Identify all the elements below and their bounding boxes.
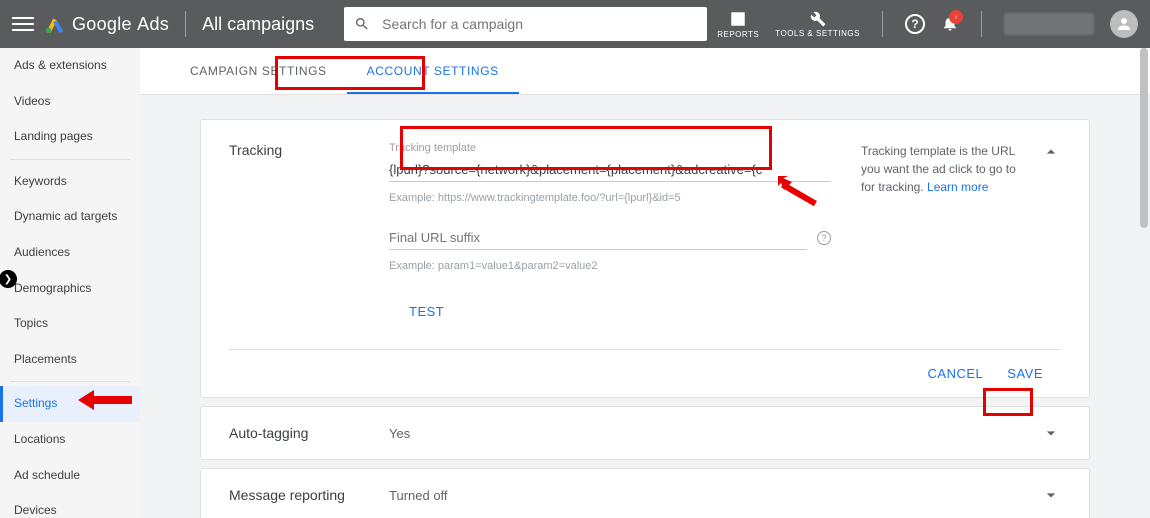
notifications-button[interactable] xyxy=(941,14,959,35)
divider xyxy=(185,11,186,37)
wrench-icon xyxy=(809,10,827,28)
sidebar-item-settings[interactable]: Settings xyxy=(0,386,140,422)
sidebar-item-audiences[interactable]: Audiences xyxy=(0,235,140,271)
sidebar-item-topics[interactable]: Topics xyxy=(0,306,140,342)
reports-icon xyxy=(729,10,747,28)
search-box[interactable] xyxy=(344,7,707,41)
sidebar-item-landing-pages[interactable]: Landing pages xyxy=(0,119,140,155)
tracking-template-label: Tracking template xyxy=(389,142,831,154)
menu-icon[interactable] xyxy=(12,13,34,35)
tracking-help-text: Tracking template is the URL you want th… xyxy=(861,142,1031,343)
chevron-down-icon xyxy=(1041,485,1061,505)
final-url-suffix-example: Example: param1=value1&param2=value2 xyxy=(389,260,831,272)
final-url-suffix-input[interactable] xyxy=(389,226,807,250)
help-tooltip-icon[interactable]: ? xyxy=(817,231,831,245)
test-button[interactable]: TEST xyxy=(389,294,831,343)
reports-button[interactable]: REPORTS xyxy=(717,10,759,39)
learn-more-link[interactable]: Learn more xyxy=(927,180,988,194)
sidebar-item-locations[interactable]: Locations xyxy=(0,422,140,458)
person-icon xyxy=(1115,15,1133,33)
tab-campaign-settings[interactable]: CAMPAIGN SETTINGS xyxy=(170,48,347,94)
sidebar-item-videos[interactable]: Videos xyxy=(0,84,140,120)
tracking-template-example: Example: https://www.trackingtemplate.fo… xyxy=(389,192,831,204)
alert-badge xyxy=(949,10,963,24)
brand-strong: Google xyxy=(72,14,132,34)
search-icon xyxy=(354,16,370,32)
tracking-template-input[interactable] xyxy=(389,158,831,182)
tools-settings-button[interactable]: TOOLS & SETTINGS xyxy=(775,10,860,38)
divider xyxy=(981,11,982,37)
sidebar: Ads & extensions Videos Landing pages Ke… xyxy=(0,48,140,518)
divider xyxy=(882,11,883,37)
auto-tagging-title: Auto-tagging xyxy=(229,425,389,441)
brand-light: Ads xyxy=(137,14,169,34)
google-ads-logo[interactable]: Google Ads xyxy=(44,13,169,35)
sidebar-item-demographics[interactable]: Demographics xyxy=(0,271,140,307)
message-reporting-value: Turned off xyxy=(389,488,1041,503)
chevron-up-icon[interactable] xyxy=(1041,142,1061,162)
reports-label: REPORTS xyxy=(717,30,759,39)
ads-logo-icon xyxy=(44,13,66,35)
sidebar-item-ads-extensions[interactable]: Ads & extensions xyxy=(0,48,140,84)
auto-tagging-value: Yes xyxy=(389,426,1041,441)
scrollbar[interactable] xyxy=(1140,48,1148,228)
sidebar-item-ad-schedule[interactable]: Ad schedule xyxy=(0,458,140,494)
app-header: Google Ads All campaigns REPORTS TOOLS &… xyxy=(0,0,1150,48)
context-label[interactable]: All campaigns xyxy=(202,14,314,35)
main-content: CAMPAIGN SETTINGS ACCOUNT SETTINGS Track… xyxy=(140,48,1150,518)
message-reporting-title: Message reporting xyxy=(229,487,389,503)
settings-tabs: CAMPAIGN SETTINGS ACCOUNT SETTINGS xyxy=(140,48,1150,95)
account-label[interactable] xyxy=(1004,13,1094,35)
save-button[interactable]: SAVE xyxy=(1007,366,1043,381)
auto-tagging-row[interactable]: Auto-tagging Yes xyxy=(200,406,1090,460)
cancel-button[interactable]: CANCEL xyxy=(928,366,984,381)
tools-label: TOOLS & SETTINGS xyxy=(775,30,860,38)
sidebar-item-keywords[interactable]: Keywords xyxy=(0,164,140,200)
tracking-card: Tracking Tracking template Example: http… xyxy=(200,119,1090,398)
tab-account-settings[interactable]: ACCOUNT SETTINGS xyxy=(347,48,519,94)
chevron-down-icon xyxy=(1041,423,1061,443)
help-icon[interactable]: ? xyxy=(905,14,925,34)
tracking-title: Tracking xyxy=(229,142,389,343)
sidebar-item-dynamic-ad-targets[interactable]: Dynamic ad targets xyxy=(0,199,140,235)
sidebar-divider xyxy=(10,381,130,382)
sidebar-divider xyxy=(10,159,130,160)
search-input[interactable] xyxy=(380,15,697,33)
message-reporting-row[interactable]: Message reporting Turned off xyxy=(200,468,1090,518)
avatar[interactable] xyxy=(1110,10,1138,38)
sidebar-item-placements[interactable]: Placements xyxy=(0,342,140,378)
sidebar-item-devices[interactable]: Devices xyxy=(0,493,140,518)
